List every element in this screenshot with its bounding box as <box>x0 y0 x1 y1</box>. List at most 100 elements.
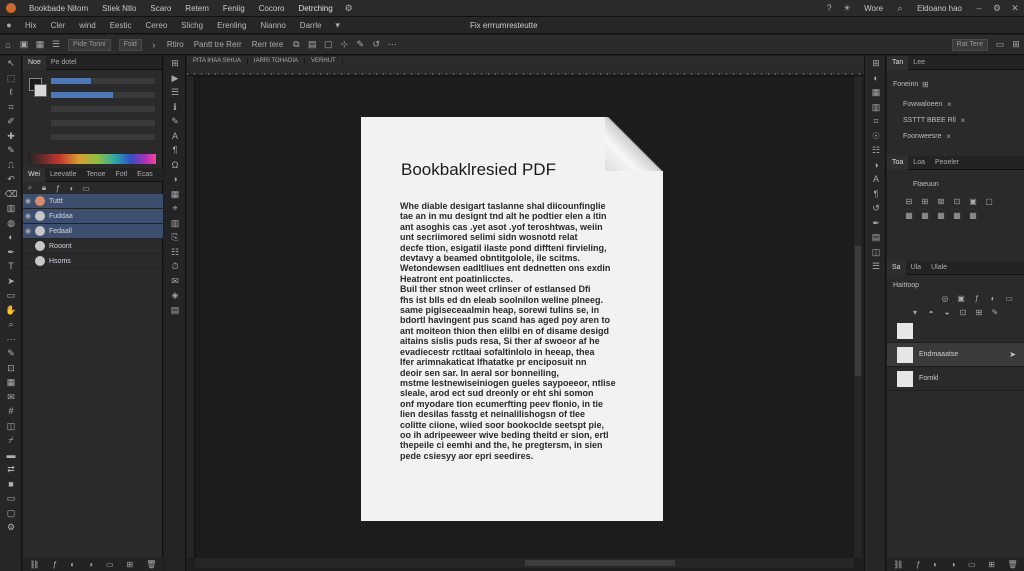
option-label-3[interactable]: Rerr tere <box>247 40 289 49</box>
right-search-field[interactable]: Rat Tere <box>951 38 988 51</box>
tab-item-2[interactable]: Cler <box>44 21 73 30</box>
workspace-menu[interactable]: Wore <box>856 4 891 13</box>
char-right-icon[interactable]: A <box>865 172 887 187</box>
pen-tool-icon[interactable]: ✒ <box>0 245 22 260</box>
new-group-icon[interactable]: ▭ <box>968 560 976 569</box>
tab-paths[interactable]: Tenoe <box>81 171 110 178</box>
shape-tool-icon[interactable]: ▭ <box>0 288 22 303</box>
horizontal-ruler[interactable] <box>187 66 864 76</box>
panel-collapse-icon[interactable]: ⊞ <box>865 56 887 71</box>
libraries-right-icon[interactable]: ☷ <box>865 143 887 158</box>
add-mask-icon[interactable]: ◐ <box>933 560 938 569</box>
select-tool-icon[interactable]: ⬚ <box>0 71 22 86</box>
grid-icon[interactable]: ▦ <box>32 39 48 50</box>
tab-right-1[interactable]: Tan <box>887 55 909 70</box>
filter-icon[interactable]: ⌕ <box>23 183 37 193</box>
layer-row[interactable]: ◉ Fedaall <box>23 224 163 239</box>
swatches-icon[interactable]: ▦ <box>865 85 887 100</box>
edit-icon[interactable]: ✎ <box>352 39 368 50</box>
screen-mode-icon[interactable]: ▭ <box>0 491 22 506</box>
x-icon[interactable]: × <box>942 100 956 109</box>
eyedropper-tool-icon[interactable]: ✐ <box>0 114 22 129</box>
move-tool-icon[interactable]: ↖ <box>0 56 22 71</box>
panel-toggle-icon[interactable]: ▭ <box>992 39 1008 50</box>
heal-tool-icon[interactable]: ✚ <box>0 129 22 144</box>
layer-mask-icon[interactable]: ◐ <box>985 294 1001 303</box>
layer-row[interactable]: Endmaaatse ➤ <box>887 343 1024 367</box>
tab-ecas[interactable]: Ecas <box>132 171 158 178</box>
size-field[interactable]: Fsld <box>118 38 142 51</box>
distribute-icon[interactable]: ⊡ <box>949 197 965 206</box>
fx-footer-icon[interactable]: ƒ <box>53 560 57 569</box>
tab-item-6[interactable]: Slichg <box>174 21 210 30</box>
folder-icon[interactable]: ▭ <box>79 184 93 193</box>
tab-ulale[interactable]: Ulale <box>926 264 952 271</box>
reset-icon[interactable]: ↺ <box>368 39 384 50</box>
tab-layers[interactable]: Wei <box>23 167 45 182</box>
align-left-icon[interactable]: ⊟ <box>901 197 917 206</box>
minimize-icon[interactable]: – <box>970 3 988 13</box>
visibility-eye-icon[interactable]: ◉ <box>23 197 33 205</box>
align-top-icon[interactable]: ▣ <box>965 197 981 206</box>
adjustments-icon[interactable]: ◑ <box>164 172 186 187</box>
chevron-icon[interactable]: › <box>146 40 162 50</box>
tab-color[interactable]: Noe <box>23 55 46 70</box>
settings-tool-icon[interactable]: ⚙ <box>0 520 22 535</box>
layer-lock-icon[interactable]: ▣ <box>953 294 969 303</box>
paragraph-icon[interactable]: ¶ <box>164 143 186 158</box>
color-slider-5[interactable] <box>51 134 155 140</box>
count-tool-icon[interactable]: # <box>0 404 22 419</box>
menu-item-4[interactable]: Retem <box>178 4 216 13</box>
navigator-icon[interactable]: ⌖ <box>164 201 186 216</box>
styles-icon[interactable]: ▦ <box>164 187 186 202</box>
color-swatch-icon[interactable]: ■ <box>0 477 22 492</box>
scroll-thumb[interactable] <box>855 246 861 376</box>
quick-mask-icon[interactable]: ◫ <box>0 419 22 434</box>
gradient-tool-icon[interactable]: ▥ <box>0 201 22 216</box>
crop-tool-icon[interactable]: ⌗ <box>0 100 22 115</box>
layer-filter-icon[interactable]: ◎ <box>937 294 953 303</box>
layer-row[interactable]: ◉ Tuttt <box>23 194 163 209</box>
tool-preset-icon[interactable]: ▣ <box>16 39 32 50</box>
lasso-tool-icon[interactable]: ℓ <box>0 85 22 100</box>
color-slider-3[interactable] <box>51 106 155 112</box>
channels-right-icon[interactable]: ◫ <box>865 245 887 260</box>
adjust-right-icon[interactable]: ◑ <box>865 158 887 173</box>
layer-row[interactable]: Fornkl <box>887 367 1024 391</box>
note-tool-icon[interactable]: ✉ <box>0 390 22 405</box>
search-icon[interactable]: ⌕ <box>891 3 909 14</box>
copy-icon[interactable]: ⧉ <box>288 39 304 50</box>
paths-right-icon[interactable]: ✒ <box>865 216 887 231</box>
history-icon[interactable]: ⊞ <box>164 56 186 71</box>
grid-c-icon[interactable]: ▦ <box>933 211 949 220</box>
adjust-icon[interactable]: ◑ <box>88 560 93 569</box>
tab-item-5[interactable]: Cereo <box>138 21 174 30</box>
align-center-icon[interactable]: ⊞ <box>917 197 933 206</box>
x-icon[interactable]: × <box>956 116 970 125</box>
tab-peoeler[interactable]: Peoeler <box>930 159 964 166</box>
home-icon[interactable]: ⌂ <box>0 40 16 50</box>
grid-e-icon[interactable]: ▦ <box>965 211 981 220</box>
layer-row[interactable]: Hsoms <box>23 254 163 269</box>
list-icon[interactable]: ☰ <box>48 39 64 50</box>
new-fill-icon[interactable]: ◑ <box>951 560 956 569</box>
properties-icon[interactable]: ☰ <box>164 85 186 100</box>
slice-tool-icon[interactable]: ⌿ <box>0 433 22 448</box>
mask-footer-icon[interactable]: ◐ <box>70 560 75 569</box>
history-tool-icon[interactable]: ↶ <box>0 172 22 187</box>
3d-icon[interactable]: ◈ <box>164 288 186 303</box>
lock-c-icon[interactable]: ✎ <box>987 308 1003 317</box>
new-layer-right-icon[interactable]: ⊞ <box>988 560 995 569</box>
tab-toa[interactable]: Toa <box>887 155 909 170</box>
color-icon[interactable]: ◐ <box>865 71 887 86</box>
more-icon[interactable]: ⋯ <box>384 39 400 50</box>
doc-tab-1[interactable]: PITA IHAA SIHUA <box>187 58 248 64</box>
stamp-tool-icon[interactable]: ⎍ <box>0 158 22 173</box>
lock-a-icon[interactable]: ⊡ <box>955 308 971 317</box>
arrange-icon[interactable]: ⊞ <box>1008 39 1024 50</box>
color-spectrum-bar[interactable] <box>28 154 156 164</box>
libraries-icon[interactable]: ☷ <box>164 245 186 260</box>
edit-toolbar-icon[interactable]: ✎ <box>0 346 22 361</box>
measure-tool-icon[interactable]: ▬ <box>0 448 22 463</box>
option-label-2[interactable]: Pantt tre Rerr <box>189 40 247 49</box>
